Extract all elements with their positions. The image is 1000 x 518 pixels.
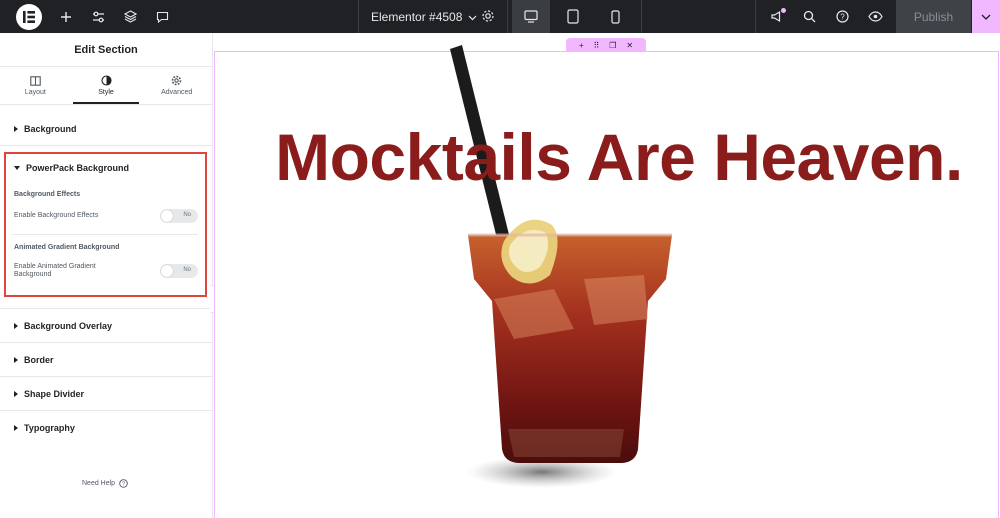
section-typography[interactable]: Typography <box>0 411 213 445</box>
section-label: Shape Divider <box>24 388 85 399</box>
page-headline[interactable]: Mocktails Are Heaven. <box>254 119 984 195</box>
preview-eye-icon <box>868 11 883 22</box>
enable-animated-gradient-toggle[interactable]: No <box>160 264 198 278</box>
help-button[interactable]: ? <box>826 0 859 33</box>
caret-right-icon <box>14 322 18 329</box>
publish-button[interactable]: Publish <box>896 0 971 33</box>
site-settings-button[interactable] <box>82 0 114 33</box>
caret-right-icon <box>14 356 18 363</box>
chevron-down-icon <box>981 14 991 20</box>
label-line-1: Enable Animated Gradient <box>14 263 96 270</box>
caret-right-icon <box>14 425 18 431</box>
tab-advanced[interactable]: Advanced <box>141 67 212 104</box>
toggle-value: No <box>183 212 191 218</box>
structure-button[interactable] <box>114 0 146 33</box>
mobile-icon <box>610 9 620 24</box>
tab-style-label: Style <box>98 89 114 96</box>
search-icon <box>803 10 816 23</box>
section-background-overlay[interactable]: Background Overlay <box>0 309 213 343</box>
section-shape-divider[interactable]: Shape Divider <box>0 377 213 411</box>
desktop-view-button[interactable] <box>512 0 550 33</box>
preview-button[interactable] <box>859 0 892 33</box>
add-element-button[interactable] <box>50 0 82 33</box>
section-label: Background Overlay <box>24 320 113 331</box>
settings-sliders-icon <box>92 11 104 22</box>
chevron-down-icon[interactable] <box>468 8 477 26</box>
need-help-link[interactable]: Need Help ? <box>82 479 128 488</box>
mobile-view-button[interactable] <box>596 0 634 33</box>
page-settings-gear-icon[interactable] <box>481 9 495 28</box>
section-label: Background <box>24 123 77 134</box>
comments-icon <box>156 11 168 23</box>
preview-canvas: + ⠿ ❐ ✕ Mocktails Are Heaven. <box>214 33 1000 518</box>
notification-dot <box>781 8 786 13</box>
svg-text:?: ? <box>122 482 125 488</box>
tab-advanced-label: Advanced <box>161 89 193 96</box>
mocktail-image[interactable] <box>434 39 734 509</box>
animated-gradient-heading: Animated Gradient Background <box>14 244 120 251</box>
toggle-value: No <box>183 267 191 273</box>
whats-new-button[interactable] <box>760 0 793 33</box>
responsive-device-switcher <box>508 0 642 33</box>
enable-animated-gradient-label: Enable Animated Gradient Background <box>14 263 96 279</box>
elementor-logo[interactable] <box>16 3 42 30</box>
layers-icon <box>123 10 137 23</box>
background-effects-heading: Background Effects <box>14 191 81 198</box>
search-button[interactable] <box>793 0 826 33</box>
panel-spacer <box>0 105 212 112</box>
section-background[interactable]: Background <box>0 112 212 146</box>
tab-style[interactable]: Style <box>71 67 142 104</box>
enable-background-effects-toggle[interactable]: No <box>160 209 198 223</box>
need-help-label: Need Help <box>82 480 116 487</box>
document-title[interactable]: Elementor #4508 <box>371 10 462 24</box>
columns-icon <box>30 75 41 86</box>
panel-tabs: Layout Style Advanced <box>0 67 212 105</box>
top-bar-right: ? <box>755 0 892 33</box>
svg-text:?: ? <box>840 13 845 22</box>
caret-down-icon <box>14 166 20 170</box>
desktop-icon <box>524 10 538 23</box>
section-label: Typography <box>24 423 75 433</box>
top-bar-left <box>0 0 178 33</box>
lower-sections: Background Overlay Border Shape Divider … <box>0 308 213 445</box>
comments-button[interactable] <box>146 0 178 33</box>
top-bar: Elementor #4508 ? Publish <box>0 0 1000 33</box>
section-powerpack-background[interactable]: PowerPack Background <box>14 163 129 173</box>
tablet-view-button[interactable] <box>554 0 592 33</box>
panel-title: Edit Section <box>0 33 212 67</box>
caret-right-icon <box>14 125 18 132</box>
divider <box>12 234 198 235</box>
section-label: PowerPack Background <box>26 163 130 173</box>
help-icon: ? <box>119 479 128 488</box>
section-border[interactable]: Border <box>0 343 213 377</box>
tablet-icon <box>567 9 579 24</box>
add-icon <box>61 11 71 22</box>
toggle-knob <box>161 210 173 222</box>
tab-layout-label: Layout <box>24 88 46 96</box>
tab-layout[interactable]: Layout <box>0 67 71 104</box>
label-line-2: Background <box>14 271 52 278</box>
enable-background-effects-label: Enable Background Effects <box>14 212 99 219</box>
contrast-icon <box>100 75 112 86</box>
publish-options-button[interactable] <box>972 0 1000 33</box>
gear-icon <box>171 75 182 86</box>
document-title-area[interactable]: Elementor #4508 <box>358 0 508 33</box>
toggle-knob <box>161 265 173 277</box>
caret-right-icon <box>14 390 18 397</box>
elementor-logo-icon <box>23 10 35 23</box>
help-icon: ? <box>836 10 849 23</box>
section-label: Border <box>24 354 54 365</box>
